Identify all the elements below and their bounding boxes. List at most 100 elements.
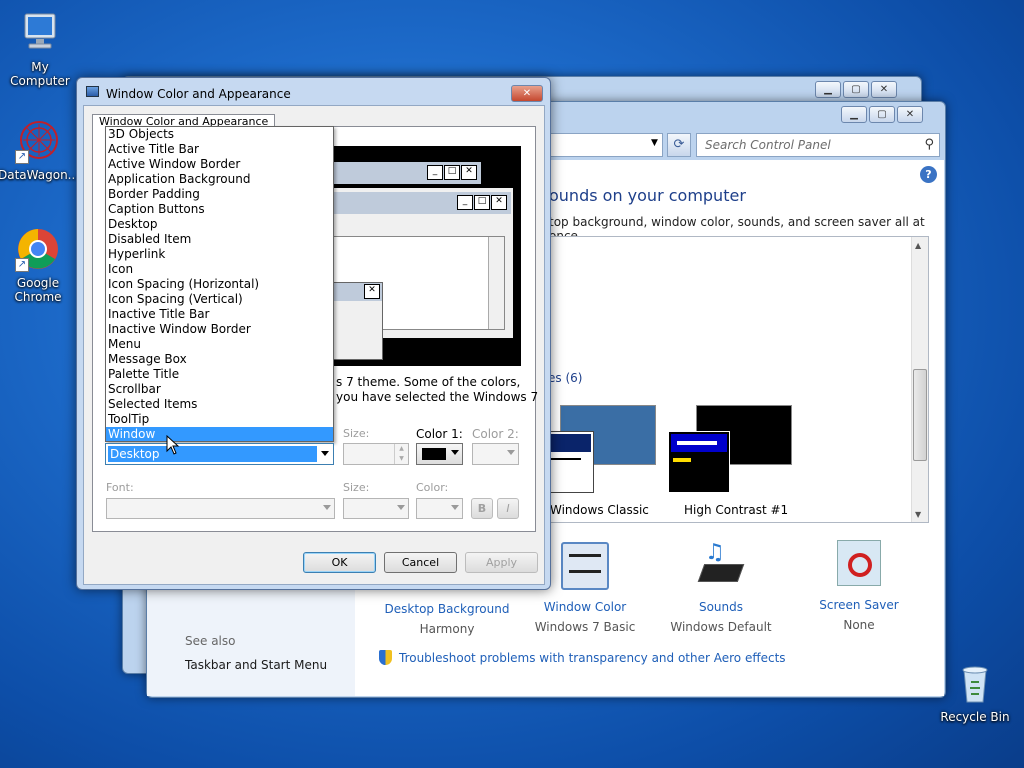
dropdown-item[interactable]: Palette Title: [106, 367, 333, 382]
color1-swatch: [422, 448, 446, 460]
theme-windows-classic[interactable]: [546, 405, 656, 497]
dropdown-item[interactable]: Inactive Title Bar: [106, 307, 333, 322]
italic-button[interactable]: I: [497, 498, 519, 519]
appearance-preview: _ □ ✕ _ □ ✕ ✕: [331, 146, 521, 366]
dialog-close-button[interactable]: ✕: [511, 85, 543, 102]
screen-saver-value: None: [843, 618, 875, 632]
dropdown-item[interactable]: Icon: [106, 262, 333, 277]
desktop-icon-label: My Computer: [10, 60, 70, 88]
maximize-button[interactable]: ▢: [843, 81, 869, 98]
window-color-icon: [561, 542, 609, 590]
item-dropdown-list[interactable]: 3D Objects Active Title Bar Active Window …: [105, 126, 334, 442]
item-select[interactable]: Desktop: [105, 443, 334, 465]
dropdown-item[interactable]: 3D Objects: [106, 127, 333, 142]
dropdown-item[interactable]: Scrollbar: [106, 382, 333, 397]
dropdown-item[interactable]: Icon Spacing (Vertical): [106, 292, 333, 307]
screen-saver-icon: [837, 540, 881, 586]
dropdown-item[interactable]: Caption Buttons: [106, 202, 333, 217]
window-color-link[interactable]: Window Color: [515, 600, 655, 614]
dialog-app-icon: [86, 86, 99, 97]
recycle-bin-icon: [952, 660, 998, 706]
minimize-button[interactable]: ▁: [815, 81, 841, 98]
themes-section-label: es (6): [548, 371, 583, 385]
sounds-item[interactable]: ♫ Sounds Windows Default: [651, 540, 791, 634]
color2-button[interactable]: [472, 443, 519, 465]
dropdown-item[interactable]: Menu: [106, 337, 333, 352]
mouse-cursor-icon: [166, 435, 180, 455]
desktop-icon-datawagon[interactable]: ↗ DataWagon...: [0, 118, 79, 182]
shortcut-arrow-icon: ↗: [15, 258, 29, 272]
computer-icon: [17, 10, 63, 56]
ok-button[interactable]: OK: [303, 552, 376, 573]
theme-high-contrast-1[interactable]: [668, 405, 794, 497]
color1-label: Color 1:: [416, 427, 463, 441]
theme-label: Windows Classic: [550, 503, 649, 517]
font-color-label: Color:: [416, 481, 449, 494]
item-size-label: Size:: [343, 427, 370, 440]
font-size-select[interactable]: [343, 498, 409, 519]
item-select-value: Desktop: [108, 446, 317, 462]
see-also-heading: See also: [185, 634, 236, 648]
desktop-icon-recycle-bin[interactable]: Recycle Bin: [935, 660, 1015, 724]
close-button[interactable]: ✕: [871, 81, 897, 98]
datawagon-icon: ↗: [15, 118, 61, 164]
screen-saver-link[interactable]: Screen Saver: [789, 598, 929, 612]
dropdown-item[interactable]: Icon Spacing (Horizontal): [106, 277, 333, 292]
maximize-button[interactable]: ▢: [869, 106, 895, 123]
dropdown-item[interactable]: Active Title Bar: [106, 142, 333, 157]
page-heading: ounds on your computer: [549, 186, 746, 205]
desktop-icon-chrome[interactable]: ↗ Google Chrome: [0, 226, 78, 304]
themes-scrollbar[interactable]: ▲ ▼: [911, 237, 928, 522]
dialog-title: Window Color and Appearance: [106, 87, 291, 101]
color1-button[interactable]: [416, 443, 463, 465]
font-color-button[interactable]: [416, 498, 463, 519]
troubleshoot-link[interactable]: Troubleshoot problems with transparency …: [399, 651, 786, 665]
shield-icon: [379, 650, 392, 665]
theme-note-line2: you have selected the Windows 7: [336, 390, 539, 404]
minimize-button[interactable]: ▁: [841, 106, 867, 123]
dropdown-item[interactable]: Window: [106, 427, 333, 441]
dropdown-item[interactable]: Desktop: [106, 217, 333, 232]
dropdown-item[interactable]: ToolTip: [106, 412, 333, 427]
font-label: Font:: [106, 481, 134, 494]
sounds-value: Windows Default: [670, 620, 772, 634]
dropdown-item[interactable]: Disabled Item: [106, 232, 333, 247]
screen-saver-item[interactable]: Screen Saver None: [789, 540, 929, 632]
item-size-spinner[interactable]: ▲ ▼: [343, 443, 409, 465]
dropdown-item[interactable]: Application Background: [106, 172, 333, 187]
desktop-background-link[interactable]: Desktop Background: [377, 602, 517, 616]
dropdown-item[interactable]: Inactive Window Border: [106, 322, 333, 337]
close-button[interactable]: ✕: [897, 106, 923, 123]
dropdown-item[interactable]: Message Box: [106, 352, 333, 367]
search-input[interactable]: Search Control Panel ⚲: [696, 133, 940, 157]
background-window-controls: ▁ ▢ ✕: [815, 81, 897, 98]
taskbar-start-menu-link[interactable]: Taskbar and Start Menu: [185, 658, 327, 672]
desktop-icon-my-computer[interactable]: My Computer: [0, 10, 80, 88]
search-placeholder: Search Control Panel: [705, 138, 831, 152]
help-icon[interactable]: ?: [920, 166, 937, 183]
left-pane: See also Taskbar and Start Menu: [147, 590, 355, 696]
chevron-down-icon[interactable]: [321, 451, 329, 456]
themes-list[interactable]: ▲ ▼ es (6) Windows Classic High Contrast…: [531, 236, 929, 523]
dropdown-item[interactable]: Active Window Border: [106, 157, 333, 172]
apply-button[interactable]: Apply: [465, 552, 538, 573]
chrome-icon: ↗: [15, 226, 61, 272]
font-select[interactable]: [106, 498, 335, 519]
dropdown-item[interactable]: Selected Items: [106, 397, 333, 412]
control-panel-window-controls: ▁ ▢ ✕: [841, 106, 923, 123]
dropdown-item[interactable]: Hyperlink: [106, 247, 333, 262]
color2-label: Color 2:: [472, 427, 519, 441]
shortcut-arrow-icon: ↗: [15, 150, 29, 164]
scrollbar-thumb[interactable]: [913, 369, 927, 461]
dropdown-item[interactable]: Border Padding: [106, 187, 333, 202]
address-dropdown-icon[interactable]: ▼: [651, 138, 658, 148]
window-color-value: Windows 7 Basic: [534, 620, 636, 634]
sounds-link[interactable]: Sounds: [651, 600, 791, 614]
bold-button[interactable]: B: [471, 498, 493, 519]
font-size-label: Size:: [343, 481, 370, 494]
search-icon[interactable]: ⚲: [924, 137, 934, 152]
sounds-icon: ♫: [695, 540, 747, 590]
theme-label: High Contrast #1: [684, 503, 789, 517]
cancel-button[interactable]: Cancel: [384, 552, 457, 573]
refresh-button[interactable]: ⟳: [667, 133, 691, 157]
